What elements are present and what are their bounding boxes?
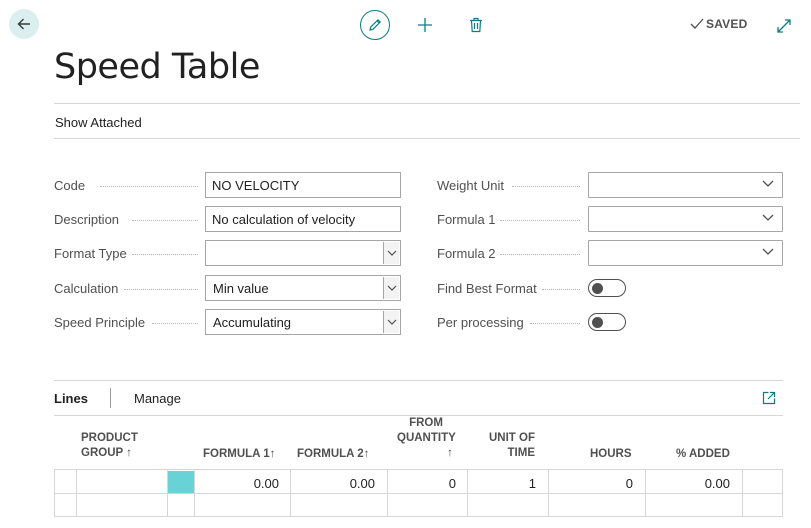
leader-dots bbox=[132, 254, 198, 255]
toggle-knob bbox=[592, 316, 603, 328]
description-label: Description bbox=[54, 211, 120, 227]
check-icon bbox=[690, 18, 704, 29]
column-header-formula-1[interactable]: FORMULA 1↑ bbox=[203, 447, 275, 462]
leader-dots bbox=[152, 323, 198, 324]
weight-unit-dropdown[interactable] bbox=[588, 172, 783, 198]
chevron-down-icon bbox=[762, 248, 774, 255]
show-attached-action[interactable]: Show Attached bbox=[55, 115, 142, 130]
cell-hours[interactable]: 0 bbox=[554, 476, 633, 491]
plus-icon bbox=[418, 18, 432, 32]
column-header-from-quantity[interactable]: FROM QUANTITY ↑ bbox=[397, 416, 456, 461]
speed-principle-select[interactable]: Accumulating bbox=[205, 309, 401, 335]
grid-column-divider bbox=[548, 469, 549, 517]
formula-1-label: Formula 1 bbox=[437, 211, 496, 227]
column-header-unit-of-time[interactable]: UNIT OF TIME bbox=[480, 431, 535, 461]
popout-button[interactable] bbox=[762, 391, 776, 410]
grid-column-divider bbox=[76, 469, 77, 517]
tab-separator bbox=[110, 388, 111, 408]
delete-button[interactable] bbox=[469, 17, 483, 33]
open-in-new-window-icon bbox=[762, 391, 776, 405]
per-processing-label: Per processing bbox=[437, 314, 524, 330]
divider bbox=[54, 380, 783, 381]
grid-column-divider bbox=[290, 469, 291, 517]
back-arrow-icon bbox=[17, 18, 30, 30]
edit-button[interactable] bbox=[360, 10, 390, 40]
back-button[interactable] bbox=[9, 9, 39, 39]
chevron-down-icon bbox=[762, 180, 774, 187]
formula-2-dropdown[interactable] bbox=[588, 240, 783, 266]
column-header-formula-2[interactable]: FORMULA 2↑ bbox=[297, 447, 369, 462]
format-type-select[interactable] bbox=[205, 240, 401, 266]
grid-column-divider bbox=[194, 469, 195, 517]
per-processing-toggle[interactable] bbox=[588, 313, 626, 331]
grid-column-divider bbox=[387, 469, 388, 517]
leader-dots bbox=[132, 220, 198, 221]
column-header-pct-added[interactable]: % ADDED bbox=[676, 447, 730, 462]
calculation-select[interactable]: Min value bbox=[205, 275, 401, 301]
cell-unit-of-time[interactable]: 1 bbox=[473, 476, 536, 491]
cell-pct-added[interactable]: 0.00 bbox=[651, 476, 730, 491]
cell-from-quantity[interactable]: 0 bbox=[393, 476, 456, 491]
trash-icon bbox=[470, 17, 482, 33]
cell-formula-2[interactable]: 0.00 bbox=[296, 476, 375, 491]
leader-dots bbox=[124, 289, 198, 290]
saved-status: SAVED bbox=[690, 17, 747, 31]
column-header-product-group[interactable]: PRODUCT GROUP ↑ bbox=[81, 431, 138, 461]
format-type-label: Format Type bbox=[54, 245, 127, 261]
leader-dots bbox=[530, 323, 580, 324]
saved-label: SAVED bbox=[706, 17, 748, 31]
expand-icon bbox=[777, 19, 791, 33]
code-label: Code bbox=[54, 177, 86, 193]
selected-cell[interactable] bbox=[168, 471, 194, 493]
chevron-down-icon[interactable] bbox=[383, 311, 399, 333]
action-toolbar bbox=[360, 10, 483, 40]
toggle-knob bbox=[592, 282, 603, 294]
chevron-down-icon[interactable] bbox=[383, 242, 399, 264]
weight-unit-label: Weight Unit bbox=[437, 177, 504, 193]
grid-column-divider bbox=[742, 469, 743, 517]
divider bbox=[54, 103, 800, 104]
pencil-icon bbox=[369, 18, 382, 31]
find-best-format-toggle[interactable] bbox=[588, 279, 626, 297]
grid-column-divider bbox=[467, 469, 468, 517]
description-field[interactable]: No calculation of velocity bbox=[205, 206, 401, 232]
leader-dots bbox=[512, 186, 580, 187]
grid-column-divider bbox=[645, 469, 646, 517]
formula-1-dropdown[interactable] bbox=[588, 206, 783, 232]
new-button[interactable] bbox=[417, 17, 433, 33]
lines-tab[interactable]: Lines bbox=[54, 391, 88, 406]
code-field[interactable]: NO VELOCITY bbox=[205, 172, 401, 198]
page-title: Speed Table bbox=[54, 47, 260, 87]
leader-dots bbox=[100, 186, 198, 187]
grid-row-divider bbox=[54, 493, 783, 494]
calculation-label: Calculation bbox=[54, 280, 119, 296]
speed-principle-label: Speed Principle bbox=[54, 314, 146, 330]
leader-dots bbox=[500, 220, 580, 221]
cell-formula-1[interactable]: 0.00 bbox=[200, 476, 279, 491]
chevron-down-icon bbox=[762, 214, 774, 221]
column-header-hours[interactable]: HOURS bbox=[590, 447, 632, 462]
find-best-format-label: Find Best Format bbox=[437, 280, 537, 296]
leader-dots bbox=[500, 254, 580, 255]
expand-button[interactable] bbox=[776, 18, 792, 39]
leader-dots bbox=[542, 289, 580, 290]
chevron-down-icon[interactable] bbox=[383, 277, 399, 299]
manage-tab[interactable]: Manage bbox=[134, 391, 181, 406]
divider bbox=[54, 138, 800, 139]
formula-2-label: Formula 2 bbox=[437, 245, 496, 261]
